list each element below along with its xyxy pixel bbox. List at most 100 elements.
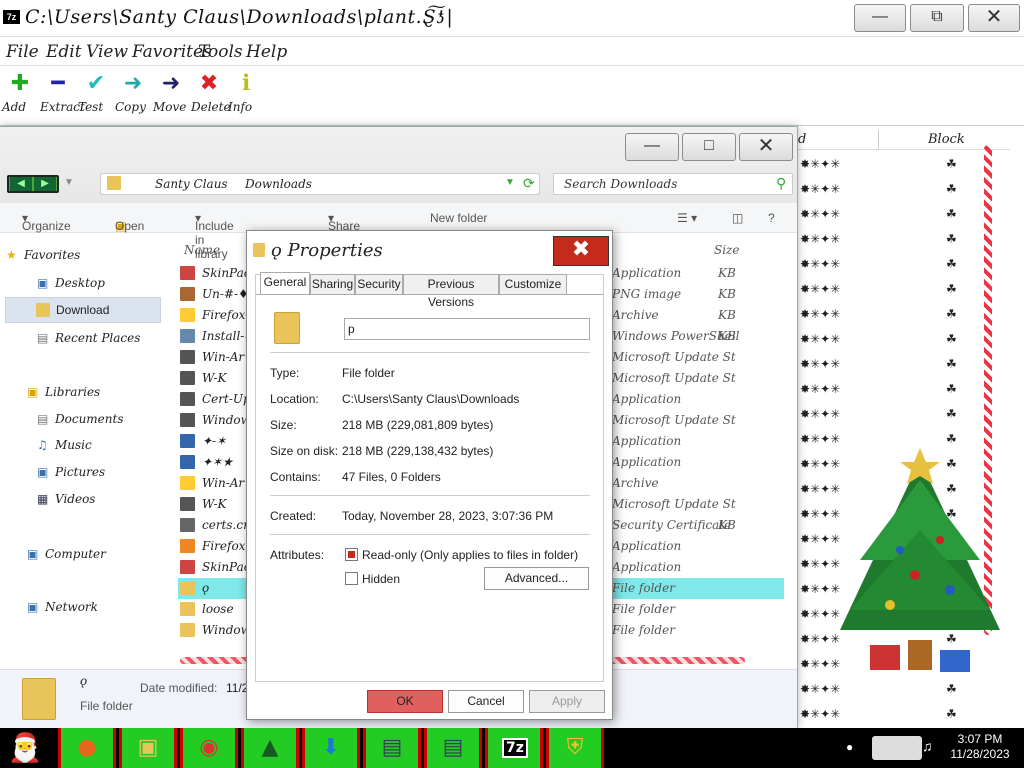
nav-pictures[interactable]: ▣ Pictures (37, 465, 105, 479)
header-name-tail[interactable]: d (798, 132, 806, 147)
back-arrow-icon[interactable]: ◀ (10, 177, 32, 191)
move-button[interactable]: ➜ Move (153, 72, 189, 115)
file-type: Application (612, 455, 682, 469)
list-item[interactable]: ✸✳✦✳ ☘ (798, 402, 998, 427)
taskbar-firefox[interactable]: ● (58, 728, 116, 768)
menu-file[interactable]: File (6, 42, 39, 62)
star-icon: ★ (6, 248, 17, 262)
explorer-minimize-button[interactable]: — (625, 133, 679, 161)
dialog-close-button[interactable]: ✖ (553, 236, 609, 266)
row-block-glyph: ☘ (946, 357, 957, 371)
forward-arrow-icon[interactable]: ▶ (34, 177, 56, 191)
help-icon[interactable]: ? (768, 211, 775, 225)
menu-help[interactable]: Help (246, 42, 287, 62)
taskbar-shield[interactable]: ⛨ (546, 728, 604, 768)
address-dropdown-icon[interactable]: ▼ (505, 177, 515, 188)
list-item[interactable]: ✸✳✦✳ ☘ (798, 352, 998, 377)
hidden-checkbox[interactable] (345, 572, 358, 585)
apply-button[interactable]: Apply (529, 690, 605, 713)
nav-music[interactable]: ♫ Music (37, 438, 92, 452)
refresh-icon[interactable]: ⟳ (523, 175, 535, 192)
search-icon[interactable]: ⚲ (776, 175, 786, 192)
taskbar-tree[interactable]: ▲ (241, 728, 299, 768)
tab-previous-versions[interactable]: Previous Versions (403, 274, 499, 309)
explorer-close-button[interactable]: ✕ (739, 133, 793, 161)
extract-button[interactable]: ━ Extract (40, 72, 85, 115)
download-folder-icon (36, 303, 50, 317)
nav-libraries[interactable]: ▣ Libraries (27, 385, 100, 399)
preview-pane-icon[interactable]: ◫ (732, 211, 743, 225)
taskbar-chrome[interactable]: ◉ (180, 728, 238, 768)
list-item[interactable]: ✸✳✦✳ ☘ (798, 152, 998, 177)
view-options-icon[interactable]: ☰ ▾ (677, 211, 697, 225)
breadcrumb-santy-claus[interactable]: Santy Claus (155, 177, 228, 191)
file-type: PNG image (612, 287, 682, 301)
taskbar-download[interactable]: ⬇ (302, 728, 360, 768)
tab-sharing[interactable]: Sharing (310, 274, 355, 294)
taskbar-network-setup-2[interactable]: ▤ (424, 728, 482, 768)
nav-documents[interactable]: ▤ Documents (37, 412, 123, 426)
include-library-button[interactable]: Include in library ▾ (195, 211, 234, 261)
test-button[interactable]: ✔ Test (78, 72, 114, 115)
list-item[interactable]: ✸✳✦✳ ☘ (798, 277, 998, 302)
file-name: Win-Ar (202, 476, 245, 490)
folder-name-input[interactable]: p (344, 318, 590, 340)
nav-videos[interactable]: ▦ Videos (37, 492, 95, 506)
nav-download[interactable]: Download (5, 297, 161, 323)
menu-tools[interactable]: Tools (198, 42, 243, 62)
file-name: Win-Ar (202, 350, 245, 364)
nav-network[interactable]: ▣ Network (27, 600, 98, 614)
list-item[interactable]: ✸✳✦✳ ☘ (798, 202, 998, 227)
clock[interactable]: 3:07 PM 11/28/2023 (940, 732, 1020, 762)
organize-button[interactable]: Organize ▾ (22, 211, 71, 233)
breadcrumb-downloads[interactable]: Downloads (245, 177, 312, 191)
address-bar[interactable]: Santy Claus Downloads ▼ ⟳ (100, 173, 540, 195)
menu-edit[interactable]: Edit (46, 42, 82, 62)
tab-security[interactable]: Security (355, 274, 403, 294)
close-button[interactable]: ✕ (968, 4, 1020, 32)
column-size[interactable]: Size (714, 243, 739, 257)
nav-desktop[interactable]: ▣ Desktop (37, 276, 105, 290)
santa-start-icon[interactable]: 🎅 (4, 730, 46, 766)
list-item[interactable]: ✸✳✦✳ ☘ (798, 227, 998, 252)
copy-button[interactable]: ➜ Copy (115, 72, 151, 115)
taskbar-explorer[interactable]: ▣ (119, 728, 177, 768)
share-with-button[interactable]: Share with ▾ (328, 211, 360, 247)
volume-icon[interactable]: ♫ (922, 738, 933, 754)
search-box[interactable]: Search Downloads ⚲ (553, 173, 793, 195)
list-item[interactable]: ✸✳✦✳ ☘ (798, 302, 998, 327)
advanced-button[interactable]: Advanced... (484, 567, 589, 590)
ok-button[interactable]: OK (367, 690, 443, 713)
nav-recent-places[interactable]: ▤ Recent Places (37, 331, 140, 345)
list-item[interactable]: ✸✳✦✳ ☘ (798, 702, 998, 727)
add-button[interactable]: ✚ Add (2, 72, 38, 115)
file-icon (180, 350, 195, 364)
list-item[interactable]: ✸✳✦✳ ☘ (798, 177, 998, 202)
explorer-maximize-button[interactable]: □ (682, 133, 736, 161)
list-item[interactable]: ✸✳✦✳ ☘ (798, 327, 998, 352)
delete-button[interactable]: ✖ Delete (191, 72, 231, 115)
back-forward-buttons[interactable]: ◀ ▶ (7, 175, 59, 193)
info-button[interactable]: ℹ Info (228, 72, 264, 115)
header-block[interactable]: Block (928, 132, 965, 147)
tab-customize[interactable]: Customize (499, 274, 567, 294)
column-name[interactable]: Name (184, 243, 220, 257)
menu-view[interactable]: View (86, 42, 128, 62)
show-hidden-icons[interactable]: ● (846, 740, 853, 754)
list-item[interactable]: ✸✳✦✳ ☘ (798, 252, 998, 277)
tab-general[interactable]: General (260, 272, 310, 295)
cancel-button[interactable]: Cancel (448, 690, 524, 713)
restore-button[interactable]: ⧉ (910, 4, 964, 32)
row-glyphs: ✸✳✦✳ (800, 407, 841, 421)
nav-desktop-label: Desktop (55, 276, 105, 290)
taskbar-7zip[interactable]: 7z (485, 728, 543, 768)
new-folder-button[interactable]: New folder (430, 211, 487, 225)
recent-chevron-icon[interactable]: ▼ (64, 177, 74, 188)
list-item[interactable]: ✸✳✦✳ ☘ (798, 377, 998, 402)
nav-computer[interactable]: ▣ Computer (27, 547, 106, 561)
nav-favorites[interactable]: ★ Favorites (6, 248, 80, 262)
taskbar-network-setup[interactable]: ▤ (363, 728, 421, 768)
readonly-checkbox[interactable] (345, 548, 358, 561)
tray-icons[interactable] (872, 736, 922, 760)
minimize-button[interactable]: — (854, 4, 906, 32)
